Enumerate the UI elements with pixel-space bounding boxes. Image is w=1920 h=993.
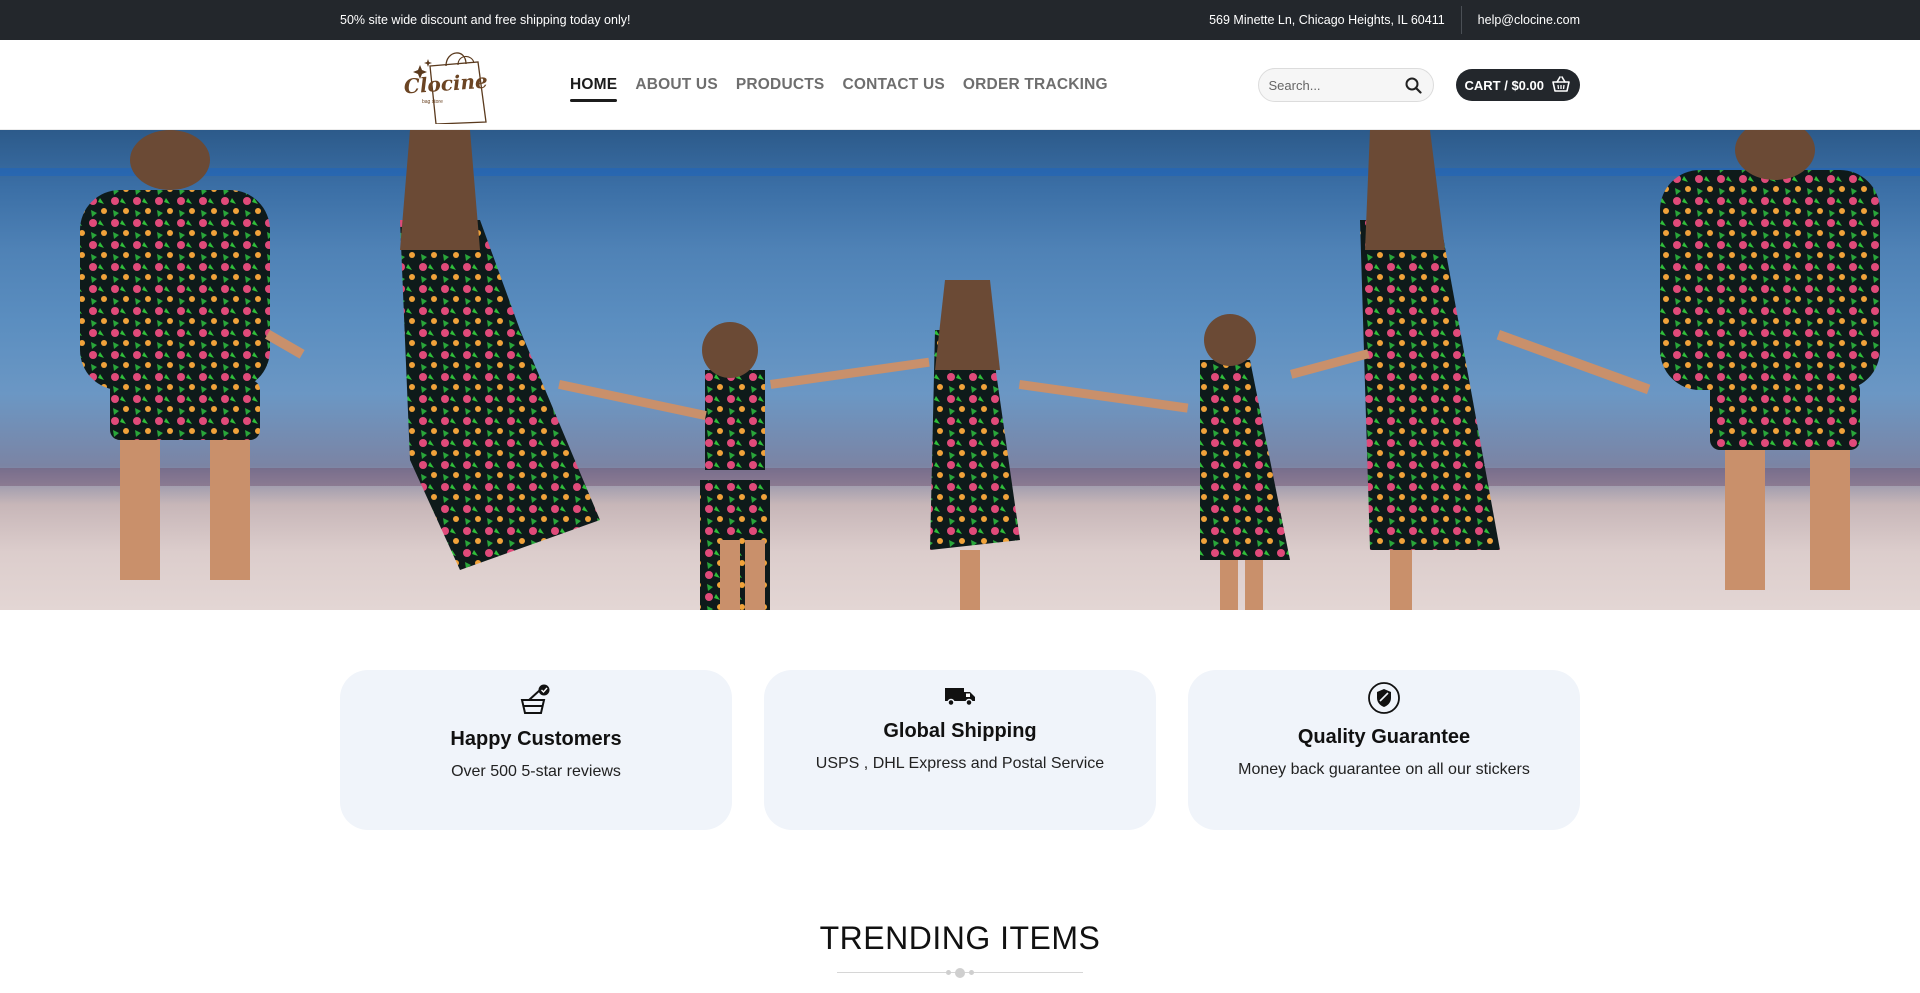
cart-button[interactable]: CART / $0.00 [1455,69,1580,101]
promo-text: 50% site wide discount and free shipping… [340,13,631,27]
feature-desc: Over 500 5-star reviews [451,763,621,780]
features-row: Happy Customers Over 500 5-star reviews … [340,670,1580,830]
feature-card-quality-guarantee: Quality Guarantee Money back guarantee o… [1188,670,1580,830]
trending-section: TRENDING ITEMS [0,920,1920,979]
nav-home[interactable]: HOME [570,70,618,102]
site-header: Clocine bag store HOME ABOUT US PRODUCTS… [0,40,1920,130]
hero-banner[interactable] [0,130,1920,610]
svg-text:bag store: bag store [422,99,443,105]
feature-card-global-shipping: Global Shipping USPS , DHL Express and P… [764,670,1156,830]
section-divider [837,967,1083,979]
nav-contact-us[interactable]: CONTACT US [842,70,944,100]
email-link[interactable]: help@clocine.com [1478,13,1580,27]
basket-icon [518,682,554,718]
nav-order-tracking[interactable]: ORDER TRACKING [963,70,1108,100]
site-logo[interactable]: Clocine bag store [400,46,492,125]
top-bar-divider [1460,6,1462,34]
search-icon[interactable] [1405,76,1423,94]
bag-logo-icon: Clocine bag store [403,52,488,125]
truck-icon [942,678,978,714]
nav-products[interactable]: PRODUCTS [736,70,825,100]
nav-about-us[interactable]: ABOUT US [635,70,718,100]
feature-desc: USPS , DHL Express and Postal Service [815,755,1105,772]
search-box [1257,68,1434,102]
feature-desc: Money back guarantee on all our stickers [1238,761,1530,778]
address-text: 569 Minette Ln, Chicago Heights, IL 6041… [1209,13,1445,27]
main-nav: HOME ABOUT US PRODUCTS CONTACT US ORDER … [570,70,1108,102]
feature-card-happy-customers: Happy Customers Over 500 5-star reviews [340,670,732,830]
svg-text:Clocine: Clocine [403,69,488,99]
shield-icon [1366,680,1402,716]
feature-title: Quality Guarantee [1297,726,1471,748]
basket-icon [1552,75,1570,95]
top-bar: 50% site wide discount and free shipping… [0,0,1920,40]
search-input[interactable] [1268,77,1399,93]
trending-title: TRENDING ITEMS [819,920,1101,956]
hero-family-illustration [80,130,1880,610]
cart-label: CART / $0.00 [1464,77,1544,93]
feature-title: Happy Customers [450,728,622,750]
feature-title: Global Shipping [883,720,1037,742]
